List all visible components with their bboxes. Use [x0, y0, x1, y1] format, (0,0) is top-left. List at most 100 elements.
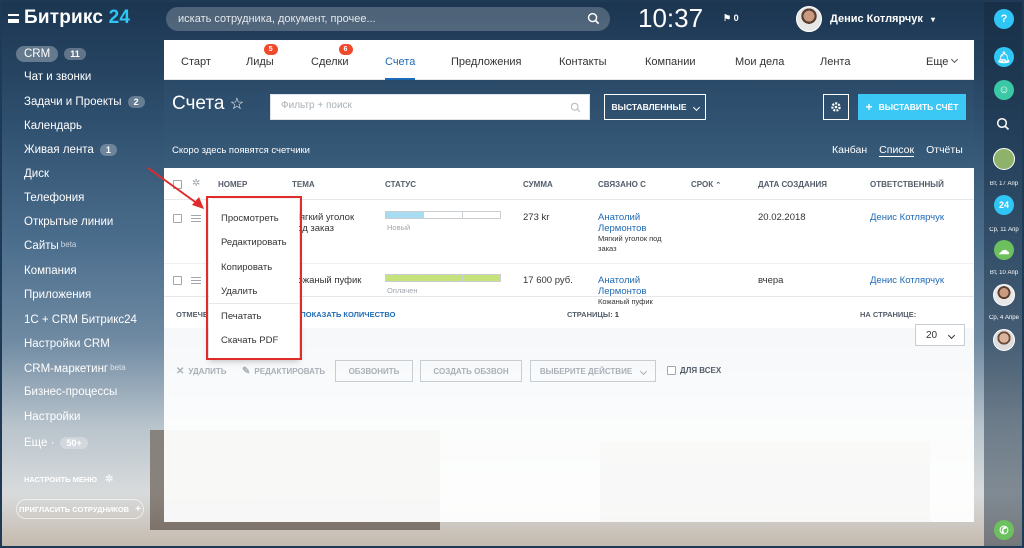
column-created[interactable]: ДАТА СОЗДАНИЯ: [758, 180, 827, 189]
bell-icon[interactable]: 🔔︎: [994, 47, 1014, 67]
view-list[interactable]: Список: [879, 144, 915, 157]
global-search[interactable]: [166, 7, 610, 31]
owner-link[interactable]: Денис Котлярчук: [870, 212, 944, 223]
column-number[interactable]: НОМЕР: [218, 180, 247, 189]
left-menu-item[interactable]: Компания: [24, 265, 77, 277]
context-menu-item[interactable]: Редактировать: [221, 237, 287, 248]
table-row-topic[interactable]: Кожаный пуфик: [292, 275, 361, 286]
left-menu-label: Живая лента: [24, 144, 94, 156]
for-all-checkbox[interactable]: [667, 366, 676, 375]
show-count-link[interactable]: О: ПОКАЗАТЬ КОЛИЧЕСТВО: [290, 310, 395, 319]
menu-icon[interactable]: [8, 14, 19, 23]
crm-avatar[interactable]: [993, 284, 1015, 306]
tab-item[interactable]: Лента: [820, 56, 850, 68]
view-reports[interactable]: Отчёты: [926, 144, 963, 157]
tab-item[interactable]: Предложения: [451, 56, 522, 68]
logo[interactable]: Битрикс 24: [24, 7, 130, 29]
for-all-toggle[interactable]: ДЛЯ ВСЕХ: [667, 366, 721, 375]
counter-badge: 50+: [60, 437, 88, 449]
tab-item[interactable]: Старт: [181, 56, 211, 68]
star-icon[interactable]: ☆: [230, 96, 244, 113]
tab-item[interactable]: Компании: [645, 56, 696, 68]
context-menu-item[interactable]: Печатать: [221, 311, 261, 322]
clock[interactable]: 10:37: [638, 3, 703, 34]
tab-item[interactable]: Счета: [385, 56, 416, 80]
cloud-icon[interactable]: ☁: [994, 240, 1014, 260]
context-menu-item[interactable]: Скачать PDF: [221, 335, 278, 346]
choose-action-dropdown[interactable]: ВЫБЕРИТЕ ДЕЙСТВИЕ: [530, 360, 656, 382]
date-label: Вт, 17 Апр: [989, 181, 1019, 187]
row-checkbox[interactable]: [173, 276, 182, 285]
chat-icon[interactable]: ☺: [994, 80, 1014, 100]
column-sum[interactable]: СУММА: [523, 180, 553, 189]
flag-counter[interactable]: ⚑ 0: [723, 13, 739, 24]
per-page-value: 20: [925, 329, 938, 341]
setup-menu-button[interactable]: НАСТРОИТЬ МЕНЮ ✲: [24, 474, 113, 485]
user-menu[interactable]: Денис Котлярчук ▾: [796, 6, 935, 32]
search-input[interactable]: [178, 10, 578, 28]
delete-action[interactable]: ✕ УДАЛИТЬ: [176, 366, 227, 377]
user-avatar[interactable]: [993, 329, 1015, 351]
filter-input[interactable]: [281, 100, 561, 111]
left-menu-item[interactable]: Чат и звонки: [24, 71, 91, 83]
tab-item[interactable]: Контакты: [559, 56, 607, 68]
column-due[interactable]: СРОК ⌃: [691, 180, 721, 189]
left-menu-item[interactable]: Настройки: [24, 411, 80, 423]
add-invoice-button[interactable]: + ВЫСТАВИТЬ СЧЁТ: [858, 94, 966, 120]
contact-link[interactable]: Лермонтов: [598, 223, 662, 234]
filter-search[interactable]: [270, 94, 590, 120]
search-icon[interactable]: [587, 12, 600, 25]
progress-segment: [386, 212, 425, 218]
left-menu-item[interactable]: Диск: [24, 168, 49, 180]
tab-item[interactable]: Сделки 6: [311, 44, 353, 68]
column-related[interactable]: СВЯЗАНО С: [598, 180, 646, 189]
tab-item[interactable]: Лиды 5: [246, 44, 278, 68]
column-owner[interactable]: ОТВЕТСТВЕННЫЙ: [870, 180, 944, 189]
owner-link[interactable]: Денис Котлярчук: [870, 275, 944, 286]
context-menu-item[interactable]: Копировать: [221, 262, 272, 273]
status-progress-bar[interactable]: [385, 211, 501, 219]
search-icon[interactable]: [570, 102, 581, 113]
left-menu-item[interactable]: Еще · 50+: [24, 437, 88, 449]
left-menu-item[interactable]: Сайты beta: [24, 240, 76, 252]
view-kanban[interactable]: Канбан: [832, 144, 867, 157]
contact-link[interactable]: Анатолий: [598, 275, 653, 286]
create-call-button[interactable]: СОЗДАТЬ ОБЗВОН: [420, 360, 522, 382]
settings-button[interactable]: [823, 94, 849, 120]
bitrix24-icon[interactable]: 24: [994, 195, 1014, 215]
column-status[interactable]: СТАТУС: [385, 180, 416, 189]
left-menu-item[interactable]: Открытые линии: [24, 216, 113, 228]
left-menu-item[interactable]: CRM 11: [16, 46, 86, 62]
left-menu-item[interactable]: Настройки CRM: [24, 338, 110, 350]
contact-link[interactable]: Анатолий: [598, 212, 662, 223]
status-dropdown[interactable]: ВЫСТАВЛЕННЫЕ: [604, 94, 706, 120]
tab-item[interactable]: Мои дела: [735, 56, 784, 68]
sort-up-icon: ⌃: [715, 182, 722, 189]
row-menu-icon[interactable]: [191, 277, 201, 284]
row-menu-icon[interactable]: [191, 215, 201, 222]
edit-action[interactable]: ✎ РЕДАКТИРОВАТЬ: [242, 366, 325, 377]
related-cell: Анатолий Лермонтов Мягкий уголок под зак…: [598, 212, 662, 254]
left-menu-item[interactable]: Задачи и Проекты 2: [24, 96, 145, 108]
left-menu-item[interactable]: Приложения: [24, 289, 91, 301]
row-checkbox[interactable]: [173, 214, 182, 223]
left-menu-item[interactable]: CRM-маркетинг beta: [24, 363, 126, 375]
per-page-select[interactable]: 20: [915, 324, 965, 346]
help-icon[interactable]: ?: [994, 9, 1014, 29]
column-topic[interactable]: ТЕМА: [292, 180, 315, 189]
left-menu-item[interactable]: Календарь: [24, 120, 82, 132]
table-row-topic[interactable]: Мягкий уголок под заказ: [292, 212, 354, 234]
context-menu-item[interactable]: Просмотреть: [221, 213, 279, 224]
contact-avatar[interactable]: [993, 148, 1015, 170]
phone-icon[interactable]: ✆: [994, 520, 1014, 540]
left-menu-item[interactable]: Живая лента 1: [24, 144, 117, 156]
left-menu-item[interactable]: Телефония: [24, 192, 84, 204]
context-menu-item[interactable]: Удалить: [221, 286, 257, 297]
tab-item[interactable]: Еще: [926, 55, 959, 68]
left-menu-item[interactable]: Бизнес-процессы: [24, 386, 117, 398]
call-button[interactable]: ОБЗВОНИТЬ: [335, 360, 413, 382]
left-menu-item[interactable]: 1С + CRM Битрикс24: [24, 314, 137, 326]
invite-button[interactable]: ПРИГЛАСИТЬ СОТРУДНИКОВ +: [16, 499, 144, 519]
search-icon[interactable]: [996, 117, 1012, 133]
status-progress-bar[interactable]: [385, 274, 501, 282]
